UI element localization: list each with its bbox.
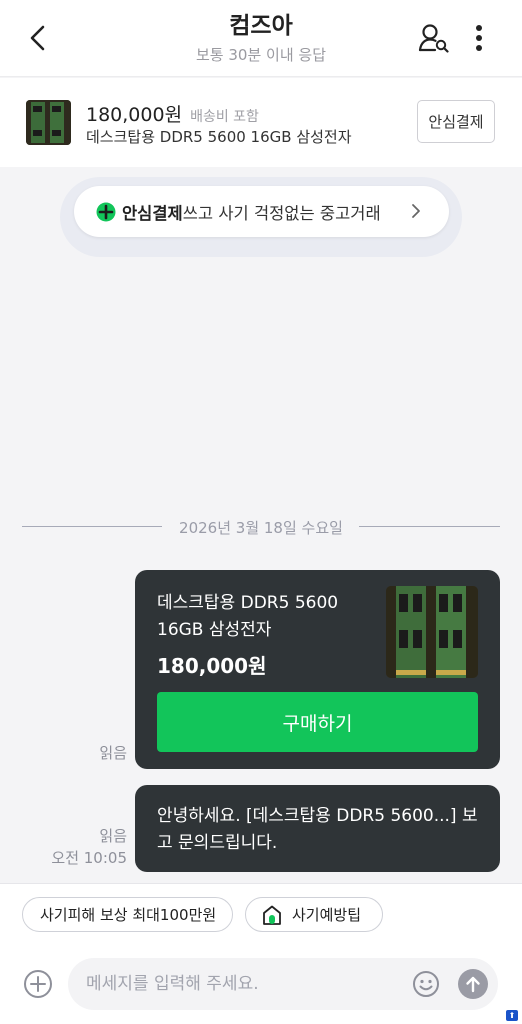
- message-input[interactable]: [86, 958, 406, 1010]
- fraud-prevention-tips-chip[interactable]: 사기예방팁: [245, 897, 383, 932]
- composer-area: 사기피해 보상 최대100만원 사기예방팁 ⬆: [0, 883, 522, 1024]
- chip-label: 사기피해 보상 최대100만원: [40, 906, 217, 924]
- message-time: 오전 10:05: [51, 849, 127, 867]
- product-summary-bar[interactable]: 180,000원 배송비 포함 데스크탑용 DDR5 5600 16GB 삼성전…: [0, 78, 522, 167]
- read-receipt: 읽음: [99, 827, 127, 845]
- banner-rest-text: 쓰고 사기 걱정없는 중고거래: [182, 203, 381, 223]
- user-search-icon: [418, 24, 449, 53]
- text-message[interactable]: 안녕하세요. [데스크탑용 DDR5 5600...] 보고 문의드립니다.: [135, 785, 500, 872]
- house-shield-icon: [263, 905, 281, 925]
- product-card-message[interactable]: 데스크탑용 DDR5 5600 16GB 삼성전자 180,000원 구매하기: [135, 570, 500, 769]
- chat-date: 2026년 3월 18일 수요일: [179, 519, 343, 537]
- emoji-button[interactable]: [412, 970, 440, 998]
- product-price-line: 180,000원 배송비 포함: [86, 100, 259, 127]
- arrow-up-icon: [466, 976, 480, 993]
- chevron-right-icon: [412, 204, 420, 218]
- message-text: 안녕하세요. [데스크탑용 DDR5 5600...] 보고 문의드립니다.: [157, 806, 478, 853]
- corner-indicator-icon: ⬆: [506, 1010, 518, 1021]
- smiley-icon: [413, 971, 439, 997]
- date-divider: 2026년 3월 18일 수요일: [22, 515, 500, 537]
- chat-header: 컴즈아 보통 30분 이내 응답: [0, 0, 522, 77]
- product-name: 데스크탑용 DDR5 5600 16GB 삼성전자: [86, 128, 352, 146]
- read-receipt: 읽음: [99, 744, 127, 762]
- card-product-image: [386, 586, 478, 678]
- shipping-included: 배송비 포함: [190, 109, 259, 125]
- plus-circle-icon: [24, 970, 52, 998]
- more-button[interactable]: [464, 18, 494, 58]
- profile-button[interactable]: [414, 18, 454, 58]
- product-price: 180,000원: [86, 104, 183, 126]
- card-product-name: 데스크탑용 DDR5 5600 16GB 삼성전자: [157, 593, 339, 640]
- banner-bold-text: 안심결제: [122, 203, 183, 223]
- green-plus-icon: [96, 202, 116, 221]
- chip-label: 사기예방팁: [292, 906, 362, 924]
- product-thumbnail: [26, 100, 71, 145]
- banner-text: 안심결제쓰고 사기 걱정없는 중고거래: [122, 200, 381, 224]
- message-input-wrap: [68, 958, 498, 1010]
- send-button[interactable]: [458, 969, 488, 999]
- more-vertical-icon: [476, 25, 482, 51]
- divider-line-right: [359, 526, 500, 527]
- safe-payment-button[interactable]: 안심결제: [417, 100, 495, 143]
- safe-pay-banner[interactable]: 안심결제쓰고 사기 걱정없는 중고거래: [74, 186, 449, 237]
- buy-button[interactable]: 구매하기: [157, 692, 478, 752]
- card-product-price: 180,000원: [157, 654, 267, 678]
- fraud-compensation-chip[interactable]: 사기피해 보상 최대100만원: [22, 897, 233, 932]
- attach-button[interactable]: [22, 968, 54, 1000]
